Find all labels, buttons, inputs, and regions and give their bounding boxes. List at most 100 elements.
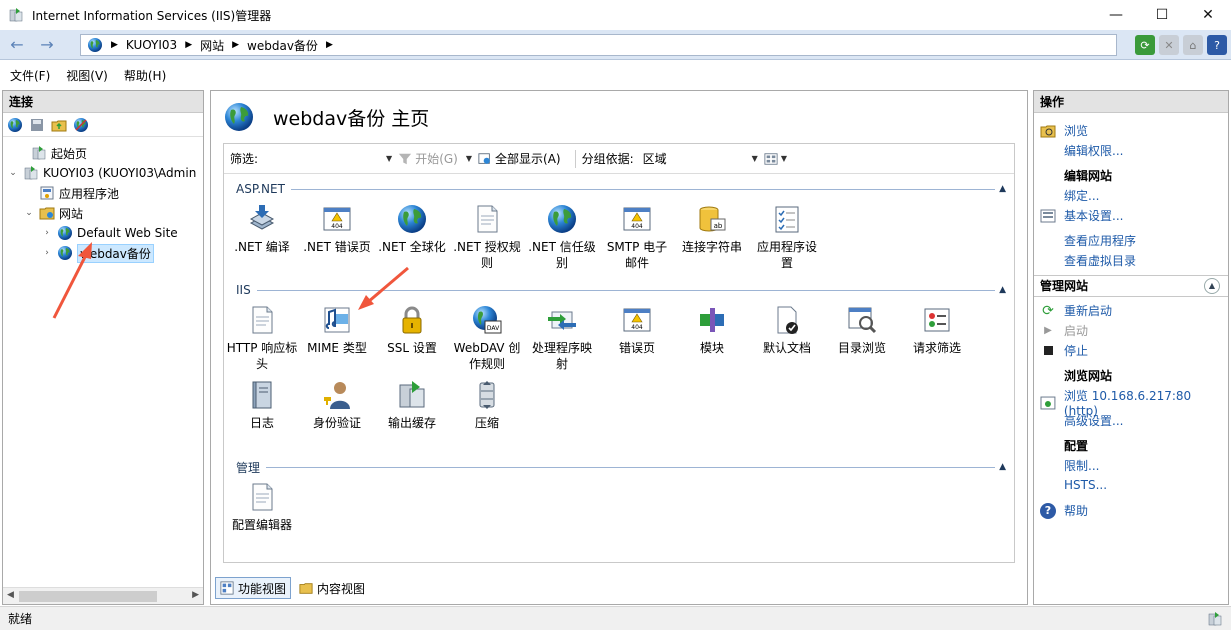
feature-authentication[interactable]: 身份验证 bbox=[299, 379, 375, 431]
feature-webdav-authoring[interactable]: WebDAV 创 作规则 bbox=[449, 304, 525, 372]
feature-default-document[interactable]: 默认文档 bbox=[749, 304, 825, 356]
menu-view[interactable]: 视图(V) bbox=[66, 67, 108, 84]
breadcrumb-site[interactable]: webdav备份 bbox=[247, 37, 318, 54]
tree-item-default-web-site[interactable]: › Default Web Site bbox=[3, 223, 203, 243]
scroll-right-icon[interactable]: ▶ bbox=[192, 590, 199, 600]
status-bar: 就绪 bbox=[0, 606, 1231, 630]
tab-content-view[interactable]: 内容视图 bbox=[295, 577, 369, 599]
feature-logging[interactable]: 日志 bbox=[224, 379, 300, 431]
collapse-chevron-icon[interactable]: ▲ bbox=[999, 285, 1006, 295]
feature-http-response-headers[interactable]: HTTP 响应标 头 bbox=[224, 304, 300, 372]
feature-net-globalization[interactable]: .NET 全球化 bbox=[374, 203, 450, 255]
feature-directory-browsing[interactable]: 目录浏览 bbox=[824, 304, 900, 356]
mime-types-icon bbox=[321, 304, 353, 336]
feature-handler-mappings[interactable]: 处理程序映 射 bbox=[524, 304, 600, 372]
address-path[interactable]: ▶ KUOYI03 ▶ 网站 ▶ webdav备份 ▶ bbox=[80, 34, 1117, 56]
scroll-left-icon[interactable]: ◀ bbox=[7, 590, 14, 600]
connect-globe-icon[interactable] bbox=[7, 117, 23, 133]
view-mode-button[interactable]: ▼ bbox=[764, 152, 793, 166]
feature-ssl-settings[interactable]: SSL 设置 bbox=[374, 304, 450, 356]
authorization-rules-icon bbox=[471, 203, 503, 235]
feature-smtp-email[interactable]: SMTP 电子 邮件 bbox=[599, 203, 675, 271]
group-header-management[interactable]: 管理 ▲ bbox=[236, 459, 1006, 475]
help-button[interactable]: ? bbox=[1207, 35, 1227, 55]
feature-mime-types[interactable]: MIME 类型 bbox=[299, 304, 375, 356]
feature-request-filtering[interactable]: 请求筛选 bbox=[899, 304, 975, 356]
feature-connection-strings[interactable]: 连接字符串 bbox=[674, 203, 750, 255]
feature-configuration-editor[interactable]: 配置编辑器 bbox=[224, 481, 300, 533]
expand-chevron-icon[interactable]: › bbox=[41, 248, 53, 258]
refresh-button[interactable]: ⟳ bbox=[1135, 35, 1155, 55]
connections-header: 连接 bbox=[3, 91, 203, 113]
action-limits[interactable]: 限制... bbox=[1040, 457, 1099, 474]
feature-compression[interactable]: 压缩 bbox=[449, 379, 525, 431]
forward-button[interactable]: → bbox=[34, 33, 60, 57]
net-compilation-icon bbox=[246, 203, 278, 235]
collapse-chevron-icon[interactable]: ▲ bbox=[999, 184, 1006, 194]
app-settings-icon bbox=[771, 203, 803, 235]
back-button[interactable]: ← bbox=[4, 33, 30, 57]
breadcrumb-server[interactable]: KUOYI03 bbox=[126, 38, 177, 52]
feature-net-trust-levels[interactable]: .NET 信任级 别 bbox=[524, 203, 600, 271]
close-button[interactable]: ✕ bbox=[1185, 0, 1231, 30]
action-stop[interactable]: 停止 bbox=[1040, 342, 1088, 359]
collapse-chevron-icon[interactable]: ▲ bbox=[999, 462, 1006, 472]
maximize-button[interactable]: ☐ bbox=[1139, 0, 1185, 30]
action-restart[interactable]: ⟳ 重新启动 bbox=[1040, 302, 1112, 319]
content-view-icon bbox=[299, 583, 313, 594]
dropdown-arrow-icon[interactable]: ▼ bbox=[752, 154, 758, 163]
dropdown-arrow-icon[interactable]: ▼ bbox=[466, 154, 472, 163]
tree-item-start-page[interactable]: 起始页 bbox=[3, 143, 203, 163]
action-group-browse-site: 浏览网站 bbox=[1064, 369, 1113, 383]
filter-input[interactable] bbox=[262, 148, 383, 169]
action-bindings[interactable]: 绑定... bbox=[1040, 187, 1099, 204]
status-text: 就绪 bbox=[8, 612, 33, 626]
stop-nav-button[interactable]: ✕ bbox=[1159, 35, 1179, 55]
feature-error-pages[interactable]: 错误页 bbox=[599, 304, 675, 356]
action-view-applications[interactable]: 查看应用程序 bbox=[1040, 232, 1136, 249]
minimize-button[interactable]: — bbox=[1093, 0, 1139, 30]
action-basic-settings[interactable]: 基本设置... bbox=[1040, 207, 1123, 224]
menu-file[interactable]: 文件(F) bbox=[10, 67, 50, 84]
action-view-virtual-dirs[interactable]: 查看虚拟目录 bbox=[1040, 252, 1136, 269]
page-header: webdav备份 主页 bbox=[223, 101, 429, 133]
horizontal-scrollbar[interactable]: ◀ ▶ bbox=[3, 587, 203, 604]
group-header-aspnet[interactable]: ASP.NET ▲ bbox=[236, 181, 1006, 197]
feature-modules[interactable]: 模块 bbox=[674, 304, 750, 356]
start-filter-button[interactable]: 开始(G) bbox=[398, 150, 458, 167]
collapse-chevron-icon[interactable]: ⌄ bbox=[23, 208, 35, 218]
collapse-chevron-icon[interactable]: ⌄ bbox=[7, 168, 19, 178]
dropdown-arrow-icon[interactable]: ▼ bbox=[386, 154, 392, 163]
menu-help[interactable]: 帮助(H) bbox=[124, 67, 166, 84]
save-icon[interactable] bbox=[29, 117, 45, 133]
app-pool-icon bbox=[40, 186, 54, 200]
action-start[interactable]: ▶ 启动 bbox=[1040, 322, 1088, 339]
tree-item-webdav-site[interactable]: › webdav备份 bbox=[3, 243, 203, 263]
action-browse[interactable]: 浏览 bbox=[1040, 122, 1088, 139]
up-folder-icon[interactable] bbox=[51, 117, 67, 133]
group-header-iis[interactable]: IIS ▲ bbox=[236, 282, 1006, 298]
feature-app-settings[interactable]: 应用程序设 置 bbox=[749, 203, 825, 271]
feature-net-authorization[interactable]: .NET 授权规 则 bbox=[449, 203, 525, 271]
disconnect-icon[interactable] bbox=[73, 117, 89, 133]
show-all-button[interactable]: 全部显示(A) bbox=[478, 150, 561, 167]
tab-features-view[interactable]: 功能视图 bbox=[215, 577, 292, 599]
action-hsts[interactable]: HSTS... bbox=[1040, 477, 1107, 493]
feature-output-caching[interactable]: 输出缓存 bbox=[374, 379, 450, 431]
browse-site-icon bbox=[1040, 396, 1056, 409]
start-page-icon bbox=[31, 145, 47, 161]
scroll-thumb[interactable] bbox=[19, 591, 157, 602]
tree-item-server[interactable]: ⌄ KUOYI03 (KUOYI03\Admin bbox=[3, 163, 203, 183]
tree-item-app-pools[interactable]: 应用程序池 bbox=[3, 183, 203, 203]
tree-item-sites[interactable]: ⌄ 网站 bbox=[3, 203, 203, 223]
action-help[interactable]: ? 帮助 bbox=[1040, 502, 1088, 519]
breadcrumb-sites[interactable]: 网站 bbox=[200, 37, 224, 54]
action-advanced-settings[interactable]: 高级设置... bbox=[1040, 412, 1123, 429]
group-by-select[interactable]: 区域 bbox=[637, 148, 750, 169]
feature-net-compilation[interactable]: .NET 编译 bbox=[224, 203, 300, 255]
action-edit-permissions[interactable]: 编辑权限... bbox=[1040, 142, 1123, 159]
expand-chevron-icon[interactable]: › bbox=[41, 228, 53, 238]
collapse-chevron-icon[interactable]: ▲ bbox=[1204, 278, 1220, 294]
home-button[interactable]: ⌂ bbox=[1183, 35, 1203, 55]
feature-net-error-pages[interactable]: .NET 错误页 bbox=[299, 203, 375, 255]
